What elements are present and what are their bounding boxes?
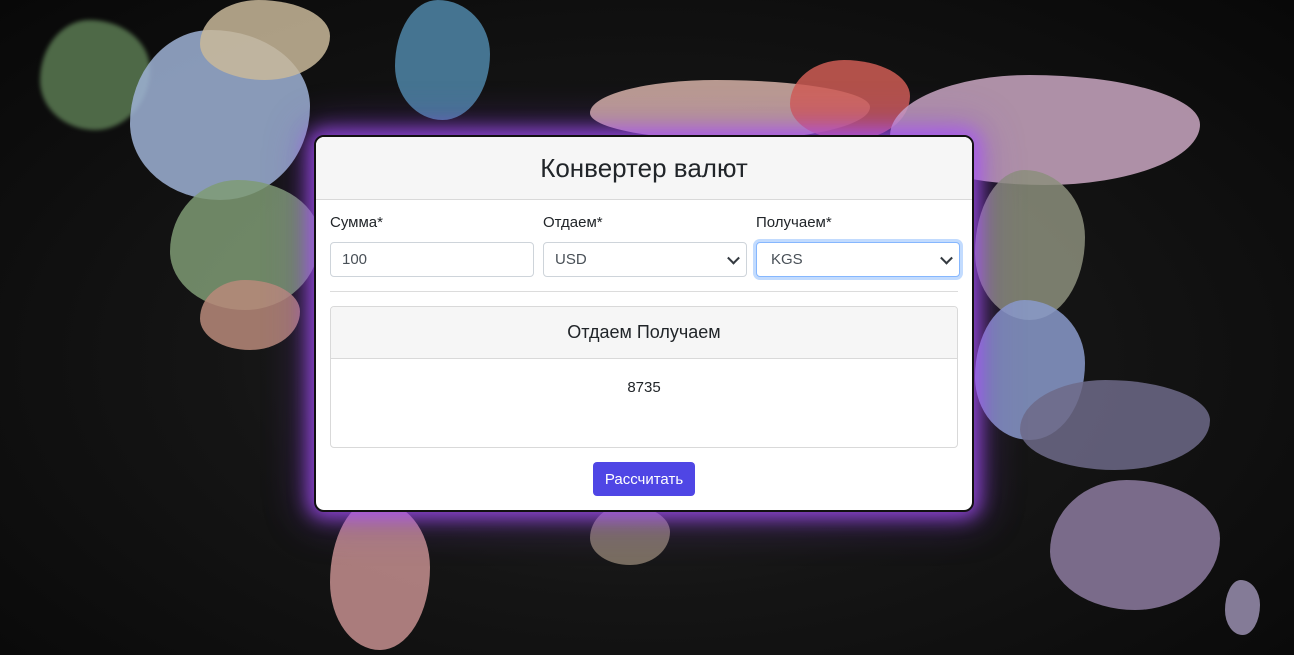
page-title: Конвертер валют — [540, 152, 748, 183]
form-row: Сумма* 100 Отдаем* USD Получаем* KGS — [330, 214, 960, 277]
amount-input[interactable]: 100 — [330, 242, 534, 277]
result-value: 8735 — [627, 379, 661, 396]
card-header: Конвертер валют — [316, 137, 972, 200]
amount-group: Сумма* 100 — [330, 214, 534, 277]
divider — [330, 291, 958, 292]
from-currency-value: USD — [555, 251, 587, 268]
result-header-to: Получаем — [636, 322, 721, 342]
amount-label: Сумма* — [330, 214, 383, 231]
button-wrap: Рассчитать — [330, 462, 958, 496]
result-card: Отдаем Получаем 8735 — [330, 306, 958, 448]
result-body: 8735 — [331, 359, 957, 396]
result-header: Отдаем Получаем — [331, 307, 957, 359]
to-currency-label: Получаем* — [756, 214, 832, 231]
result-header-from: Отдаем — [567, 322, 632, 342]
from-currency-label: Отдаем* — [543, 214, 603, 231]
calculate-button[interactable]: Рассчитать — [592, 462, 696, 496]
chevron-down-icon — [727, 251, 740, 265]
amount-value: 100 — [342, 251, 368, 268]
from-currency-group: Отдаем* USD — [543, 214, 747, 277]
from-currency-select[interactable]: USD — [543, 242, 747, 277]
to-currency-select[interactable]: KGS — [756, 242, 960, 277]
to-currency-group: Получаем* KGS — [756, 214, 960, 277]
card-body: Сумма* 100 Отдаем* USD Получаем* KGS Отд… — [316, 200, 972, 496]
converter-card: Конвертер валют Сумма* 100 Отдаем* USD П… — [314, 135, 974, 512]
chevron-down-icon — [940, 251, 953, 265]
to-currency-value: KGS — [771, 251, 803, 268]
